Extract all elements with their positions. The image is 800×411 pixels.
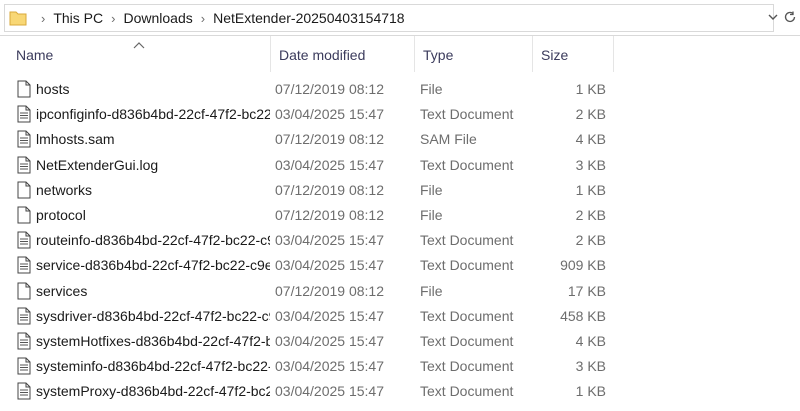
file-date-modified: 07/12/2019 08:12 <box>275 131 384 148</box>
file-type: Text Document <box>420 358 514 375</box>
column-header-size[interactable]: Size <box>532 36 614 72</box>
file-date-modified: 03/04/2025 15:47 <box>275 383 384 400</box>
file-date-modified: 03/04/2025 15:47 <box>275 257 384 274</box>
file-size: 1 KB <box>575 383 606 400</box>
file-size: 3 KB <box>575 358 606 375</box>
file-date-modified: 03/04/2025 15:47 <box>275 106 384 123</box>
file-size: 1 KB <box>575 181 606 198</box>
file-list: hosts 07/12/2019 08:12 File 1 KB ipconfiginf… <box>0 77 800 404</box>
file-row[interactable]: systemProxy-d836b4bd-22cf-47f2-bc22-... 0… <box>0 379 800 404</box>
file-row[interactable]: routeinfo-d836b4bd-22cf-47f2-bc22-c9e...… <box>0 228 800 253</box>
breadcrumb-this-pc[interactable]: This PC <box>53 10 103 26</box>
file-name[interactable]: service-d836b4bd-22cf-47f2-bc22-c9e10... <box>36 253 270 278</box>
file-size: 909 KB <box>560 257 606 274</box>
file-name[interactable]: systemProxy-d836b4bd-22cf-47f2-bc22-... <box>36 379 270 404</box>
file-size: 4 KB <box>575 332 606 349</box>
file-date-modified: 03/04/2025 15:47 <box>275 156 384 173</box>
file-row[interactable]: ipconfiginfo-d836b4bd-22cf-47f2-bc22-c..… <box>0 102 800 127</box>
file-date-modified: 03/04/2025 15:47 <box>275 232 384 249</box>
file-date-modified: 03/04/2025 15:47 <box>275 358 384 375</box>
file-size: 3 KB <box>575 156 606 173</box>
file-size: 1 KB <box>575 81 606 97</box>
refresh-icon[interactable] <box>782 9 798 25</box>
file-type: Text Document <box>420 332 514 349</box>
file-date-modified: 07/12/2019 08:12 <box>275 282 384 299</box>
file-type: Text Document <box>420 307 514 324</box>
breadcrumb-separator-icon[interactable]: › <box>201 11 205 26</box>
file-type: Text Document <box>420 106 514 123</box>
file-name[interactable]: systemHotfixes-d836b4bd-22cf-47f2-bc2... <box>36 329 270 354</box>
file-date-modified: 07/12/2019 08:12 <box>275 181 384 198</box>
file-size: 17 KB <box>567 282 606 299</box>
file-name[interactable]: protocol <box>36 203 270 228</box>
file-row[interactable]: sysdriver-d836b4bd-22cf-47f2-bc22-c9e1..… <box>0 304 800 329</box>
text-document-icon <box>17 382 31 400</box>
file-date-modified: 03/04/2025 15:47 <box>275 307 384 324</box>
file-row[interactable]: systemHotfixes-d836b4bd-22cf-47f2-bc2...… <box>0 329 800 354</box>
text-document-icon <box>17 231 31 249</box>
folder-icon <box>9 9 27 27</box>
file-row[interactable]: NetExtenderGui.log 03/04/2025 15:47 Text D… <box>0 153 800 178</box>
file-type: Text Document <box>420 383 514 400</box>
column-header-date-modified[interactable]: Date modified <box>270 36 414 72</box>
file-name[interactable]: ipconfiginfo-d836b4bd-22cf-47f2-bc22-c..… <box>36 102 270 127</box>
breadcrumb-current-folder[interactable]: NetExtender-20250403154718 <box>213 10 405 26</box>
text-document-icon <box>17 307 31 325</box>
file-date-modified: 07/12/2019 08:12 <box>275 206 384 223</box>
text-document-icon <box>17 156 31 174</box>
file-name[interactable]: NetExtenderGui.log <box>36 153 270 178</box>
column-header-type[interactable]: Type <box>414 36 532 72</box>
text-document-icon <box>17 332 31 350</box>
file-type: Text Document <box>420 156 514 173</box>
file-icon <box>17 282 31 300</box>
file-size: 2 KB <box>575 206 606 223</box>
address-history-chevron-down-icon[interactable] <box>766 10 780 24</box>
file-row[interactable]: lmhosts.sam 07/12/2019 08:12 SAM File 4 KB <box>0 127 800 152</box>
file-icon <box>17 80 31 98</box>
breadcrumb-separator-icon[interactable]: › <box>111 11 115 26</box>
address-box[interactable]: › This PC › Downloads › NetExtender-2025… <box>4 4 774 32</box>
address-bar: › This PC › Downloads › NetExtender-2025… <box>0 0 800 36</box>
file-size: 2 KB <box>575 232 606 249</box>
text-document-icon <box>17 105 31 123</box>
file-row[interactable]: hosts 07/12/2019 08:12 File 1 KB <box>0 77 800 102</box>
file-type: Text Document <box>420 232 514 249</box>
text-document-icon <box>17 357 31 375</box>
column-header-row: Name Date modified Type Size <box>0 36 800 72</box>
file-size: 458 KB <box>560 307 606 324</box>
file-name[interactable]: networks <box>36 178 270 203</box>
file-name[interactable]: systeminfo-d836b4bd-22cf-47f2-bc22-c9... <box>36 354 270 379</box>
sort-ascending-icon <box>133 36 145 49</box>
file-type: File <box>420 81 443 97</box>
file-type: Text Document <box>420 257 514 274</box>
file-type: SAM File <box>420 131 477 148</box>
file-type: File <box>420 181 443 198</box>
file-icon <box>17 181 31 199</box>
file-row[interactable]: protocol 07/12/2019 08:12 File 2 KB <box>0 203 800 228</box>
file-row[interactable]: networks 07/12/2019 08:12 File 1 KB <box>0 178 800 203</box>
file-icon <box>17 206 31 224</box>
file-name[interactable]: hosts <box>36 77 270 102</box>
file-name[interactable]: services <box>36 279 270 304</box>
file-row[interactable]: service-d836b4bd-22cf-47f2-bc22-c9e10...… <box>0 253 800 278</box>
file-row[interactable]: systeminfo-d836b4bd-22cf-47f2-bc22-c9...… <box>0 354 800 379</box>
text-document-icon <box>17 256 31 274</box>
file-size: 2 KB <box>575 106 606 123</box>
file-date-modified: 07/12/2019 08:12 <box>275 81 384 97</box>
breadcrumb-separator-icon[interactable]: › <box>41 11 45 26</box>
file-type: File <box>420 206 443 223</box>
file-name[interactable]: routeinfo-d836b4bd-22cf-47f2-bc22-c9e... <box>36 228 270 253</box>
file-name[interactable]: sysdriver-d836b4bd-22cf-47f2-bc22-c9e1..… <box>36 304 270 329</box>
breadcrumb-downloads[interactable]: Downloads <box>123 10 192 26</box>
file-name[interactable]: lmhosts.sam <box>36 127 270 152</box>
text-document-icon <box>17 130 31 148</box>
file-date-modified: 03/04/2025 15:47 <box>275 332 384 349</box>
file-size: 4 KB <box>575 131 606 148</box>
file-row[interactable]: services 07/12/2019 08:12 File 17 KB <box>0 279 800 304</box>
file-type: File <box>420 282 443 299</box>
